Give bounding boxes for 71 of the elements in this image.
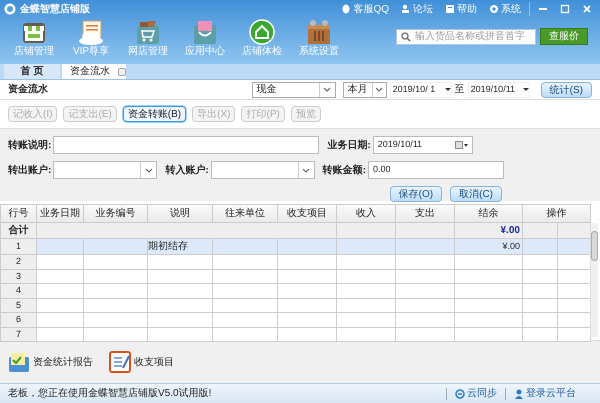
input-field[interactable] [53,136,320,154]
table-row[interactable]: 7 [0,327,590,342]
save-button[interactable]: 保存(O) [390,186,442,202]
crate-icon[interactable] [305,18,333,46]
tab[interactable]: 首 页 [4,64,60,79]
user-icon [514,388,524,398]
row-number: 5 [0,298,36,312]
field-label: 业务日期: [327,138,371,152]
field-label: 转出账户: [8,163,52,178]
table-row[interactable]: 3 [0,269,590,284]
cloud-document-icon[interactable] [77,18,105,46]
scrollbar[interactable] [590,223,598,337]
table-row[interactable]: 2 [0,254,590,269]
settings-icon [489,4,499,14]
table-row[interactable]: 1 期初结存 ¥.00 [0,238,590,254]
date-field[interactable]: 2019/10/11 [372,136,473,154]
dropdown[interactable] [210,161,315,179]
row-number: 3 [0,269,36,284]
dropdown[interactable]: 现金 [252,82,336,98]
sync-icon [455,388,465,398]
row-number: 2 [0,254,36,269]
dropdown[interactable]: 本月 [342,82,387,98]
bottom-link[interactable]: 收支项目 [134,354,174,370]
tab[interactable]: 资金流水 [62,64,126,79]
cancel-button[interactable]: 取消(C) [450,186,502,202]
scrollbar-thumb[interactable] [591,231,598,261]
user-icon [401,4,411,14]
caret-icon [444,88,451,91]
action-button[interactable]: 资金转账(B) [122,106,186,122]
calendar-icon[interactable] [454,141,468,149]
search-button[interactable]: 查服价 [540,28,588,45]
table-row[interactable]: 5 [0,298,590,312]
row-number: 6 [0,312,36,327]
caret-icon [522,88,529,91]
search-icon [401,32,411,42]
chart-folder-icon[interactable] [8,351,30,373]
chevron-down-icon [302,166,310,174]
window-title: 金蝶智慧店铺版 [20,2,90,16]
field-label: 转账金额: [322,163,366,178]
home-icon[interactable] [248,18,276,46]
row-number: 7 [0,327,36,342]
sync-link[interactable]: 云同步 [467,386,497,401]
range-label: 至 [454,83,465,97]
maximize-icon[interactable] [560,4,570,14]
login-link[interactable]: 登录云平台 [526,386,576,401]
shopping-cart-icon[interactable] [134,18,162,46]
book-icon [445,4,455,14]
app-box-icon[interactable] [191,18,219,46]
column-header: 行号 [0,204,36,222]
field-label: 转入账户: [165,163,209,178]
search-field[interactable]: 输入货品名称或拼音首字 [396,28,536,44]
bottom-link[interactable]: 资金统计报告 [33,354,93,370]
chevron-down-icon [323,86,332,93]
date-field[interactable]: 2019/10/11 [468,82,530,98]
row-number: 1 [0,238,36,254]
app-logo-icon [4,3,16,15]
chevron-down-icon [144,166,153,174]
dropdown[interactable] [53,161,158,179]
table-row[interactable]: 6 [0,312,590,327]
field-label: 转账说明: [8,138,52,152]
checklist-icon[interactable] [109,351,131,373]
date-field[interactable]: 2019/10/ 1 [390,82,452,98]
stats-button[interactable]: 统计(S) [540,82,592,98]
input-field[interactable]: 0.00 [368,161,504,179]
page-title: 资金流水 [8,82,48,97]
close-tab-icon[interactable] [118,68,126,76]
close-icon[interactable] [582,4,592,14]
chevron-down-icon [375,86,384,93]
status-message: 老板，您正在使用金蝶智慧店铺版V5.0试用版! [8,386,212,401]
row-number: 4 [0,284,36,298]
table-row[interactable]: 4 [0,284,590,298]
